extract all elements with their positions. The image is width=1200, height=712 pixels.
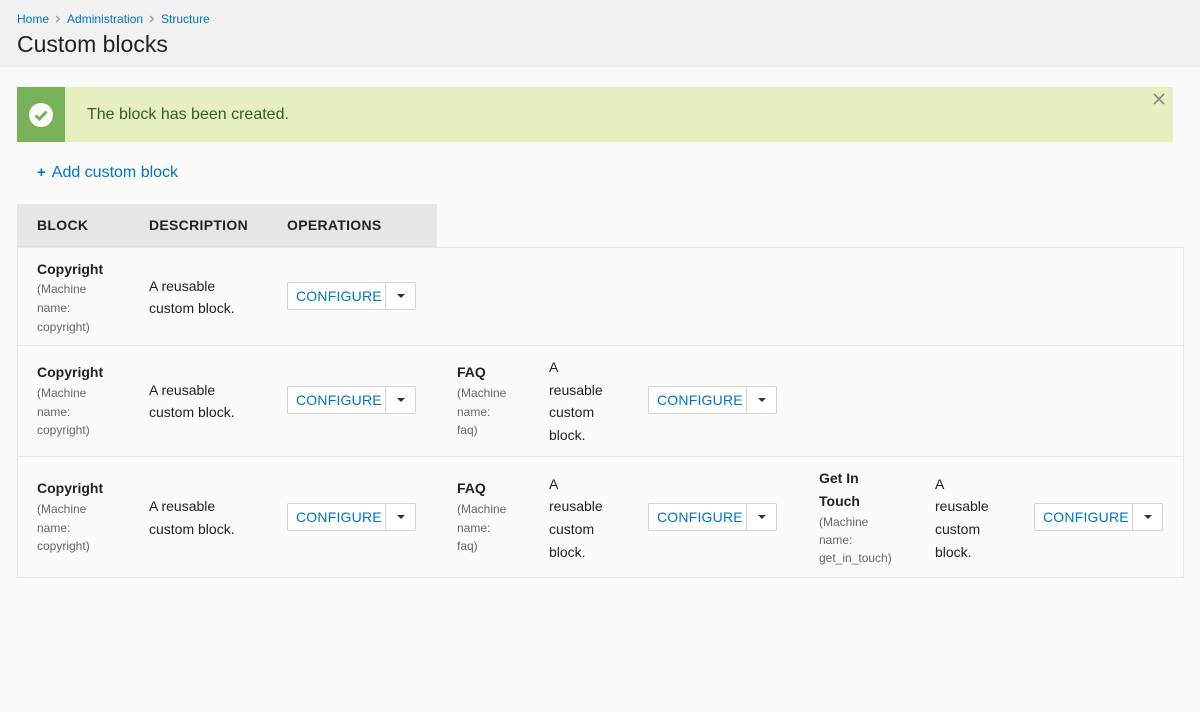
machine-name-label: name:: [457, 405, 491, 419]
column-header-description: DESCRIPTION: [149, 217, 248, 233]
block-description: custom block.: [149, 300, 235, 316]
machine-name-prefix: (Machine: [37, 502, 87, 516]
caret-down-icon: [757, 398, 766, 402]
status-message-text: The block has been created.: [87, 105, 289, 123]
block-description: custom block.: [149, 404, 235, 420]
block-name: Touch: [819, 493, 860, 509]
block-description: A: [549, 476, 559, 492]
caret-down-icon: [396, 515, 405, 519]
column-header-operations: OPERATIONS: [287, 217, 382, 233]
breadcrumb-structure-link[interactable]: Structure: [161, 11, 210, 27]
caret-down-icon: [396, 398, 405, 402]
configure-button[interactable]: CONFIGURE: [288, 504, 385, 530]
block-name: Copyright: [37, 261, 104, 277]
machine-name-value: copyright): [37, 320, 90, 334]
breadcrumb: Home Administration Structure: [17, 11, 1183, 27]
configure-dropbutton: CONFIGURE: [287, 282, 416, 310]
machine-name-value: faq): [457, 423, 478, 437]
machine-name-label: name:: [819, 533, 853, 547]
configure-dropbutton: CONFIGURE: [648, 386, 777, 414]
caret-down-icon: [1143, 515, 1152, 519]
table-row: Copyright (Machine name: copyright) A re…: [18, 345, 1183, 456]
table-row: Copyright (Machine name: copyright) A re…: [18, 456, 1183, 577]
breadcrumb-administration-link[interactable]: Administration: [67, 11, 143, 27]
dropbutton-toggle[interactable]: [385, 504, 415, 530]
configure-button[interactable]: CONFIGURE: [288, 283, 385, 309]
configure-dropbutton: CONFIGURE: [1034, 503, 1163, 531]
configure-button[interactable]: CONFIGURE: [649, 504, 746, 530]
block-description: custom: [549, 521, 595, 537]
dropbutton-toggle[interactable]: [385, 387, 415, 413]
machine-name-prefix: (Machine: [457, 502, 507, 516]
dropbutton-toggle[interactable]: [385, 283, 415, 309]
dropbutton-toggle[interactable]: [1132, 504, 1162, 530]
block-description: reusable: [549, 498, 603, 514]
block-description: A: [549, 359, 559, 375]
plus-icon: +: [37, 164, 46, 181]
add-custom-block-link[interactable]: + Add custom block: [37, 163, 178, 183]
machine-name-label: name:: [37, 521, 71, 535]
status-badge: [17, 87, 65, 142]
add-custom-block-label: Add custom block: [51, 164, 179, 181]
status-message: The block has been created.: [17, 87, 1173, 142]
page-title: Custom blocks: [17, 31, 168, 57]
dropbutton-toggle[interactable]: [746, 504, 776, 530]
caret-down-icon: [757, 515, 766, 519]
configure-button[interactable]: CONFIGURE: [649, 387, 746, 413]
table-row: Copyright (Machine name: copyright) A re…: [18, 247, 1183, 345]
block-description: reusable: [935, 498, 989, 514]
block-description: custom: [935, 521, 981, 537]
block-name: FAQ: [457, 480, 486, 496]
breadcrumb-home-link[interactable]: Home: [17, 11, 49, 27]
machine-name-label: name:: [37, 301, 71, 315]
machine-name-value: copyright): [37, 539, 90, 553]
configure-button[interactable]: CONFIGURE: [1035, 504, 1132, 530]
block-description: A reusable: [149, 498, 216, 514]
machine-name-value: faq): [457, 539, 478, 553]
table-header: BLOCK DESCRIPTION OPERATIONS: [17, 204, 437, 247]
column-header-block: BLOCK: [37, 217, 89, 233]
dropbutton-toggle[interactable]: [746, 387, 776, 413]
block-description: reusable: [549, 382, 603, 398]
chevron-right-icon: [55, 15, 61, 23]
block-name: Copyright: [37, 364, 104, 380]
chevron-right-icon: [149, 15, 155, 23]
block-description: block.: [935, 544, 972, 560]
block-name: FAQ: [457, 364, 486, 380]
configure-dropbutton: CONFIGURE: [287, 503, 416, 531]
block-description: block.: [549, 544, 586, 560]
block-description: A reusable: [149, 382, 216, 398]
block-description: A: [935, 476, 945, 492]
machine-name-prefix: (Machine: [37, 386, 87, 400]
block-description: A reusable: [149, 278, 216, 294]
machine-name-prefix: (Machine: [457, 386, 507, 400]
configure-dropbutton: CONFIGURE: [648, 503, 777, 531]
blocks-table: Copyright (Machine name: copyright) A re…: [17, 247, 1184, 578]
machine-name-prefix: (Machine: [37, 282, 87, 296]
machine-name-value: copyright): [37, 423, 90, 437]
block-description: custom: [549, 404, 595, 420]
machine-name-label: name:: [37, 405, 71, 419]
block-description: block.: [549, 427, 586, 443]
block-description: custom block.: [149, 521, 235, 537]
page-header: Home Administration Structure Custom blo…: [0, 0, 1200, 67]
machine-name-label: name:: [457, 521, 491, 535]
block-name: Copyright: [37, 480, 104, 496]
block-name: Get In: [819, 470, 859, 486]
machine-name-prefix: (Machine: [819, 515, 869, 529]
machine-name-value: get_in_touch): [819, 551, 892, 565]
configure-button[interactable]: CONFIGURE: [288, 387, 385, 413]
configure-dropbutton: CONFIGURE: [287, 386, 416, 414]
caret-down-icon: [396, 294, 405, 298]
check-circle-icon: [29, 102, 53, 127]
close-icon[interactable]: [1151, 91, 1167, 107]
